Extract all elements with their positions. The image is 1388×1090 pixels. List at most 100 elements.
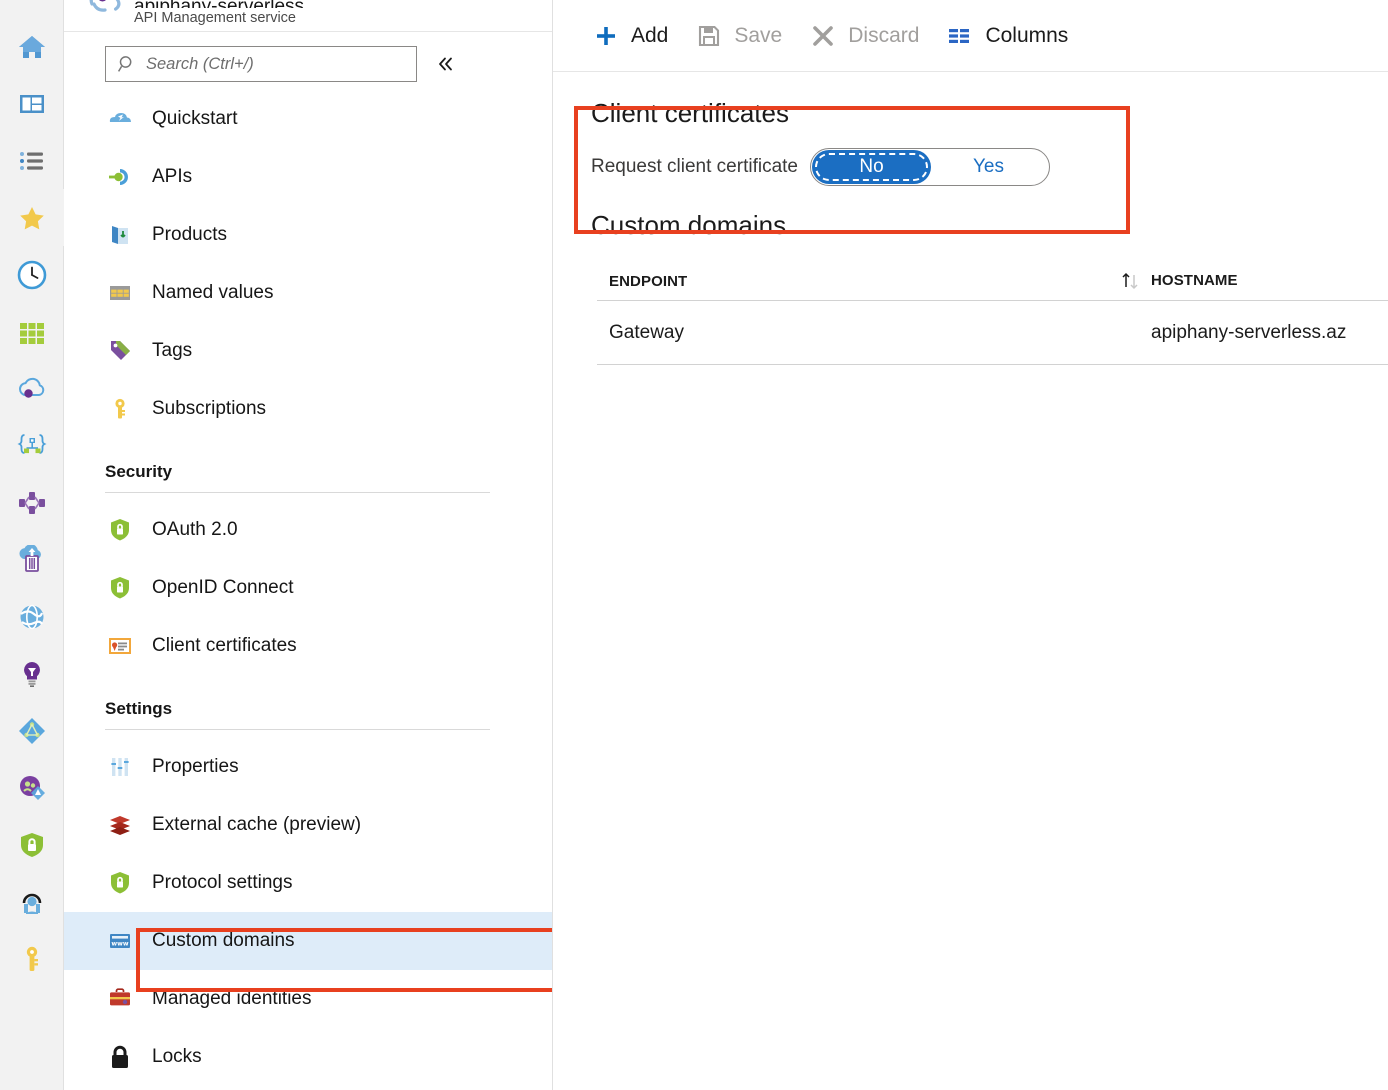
sidebar-item-label: Custom domains	[135, 930, 295, 952]
sidebar-item-label: Managed identities	[135, 988, 312, 1010]
blade-header: apiphany-serverless API Management servi…	[64, 0, 552, 32]
section-divider	[105, 492, 490, 493]
lock-icon	[105, 1044, 135, 1070]
home-icon[interactable]	[0, 18, 64, 75]
content-body: Client certificates Request client certi…	[553, 72, 1388, 365]
column-header-hostname[interactable]: HOSTNAME	[1151, 272, 1238, 289]
cloud-services-icon[interactable]	[0, 360, 64, 417]
client-certificates-heading: Client certificates	[591, 96, 1388, 130]
sidebar-item-apis[interactable]: APIs	[64, 148, 552, 206]
sidebar-item-label: Subscriptions	[135, 398, 266, 420]
products-box-icon	[105, 222, 135, 248]
request-client-certificate-toggle[interactable]: No Yes	[810, 148, 1050, 186]
client-certificates-section: Client certificates Request client certi…	[553, 72, 1388, 186]
nav-settings-list: Properties External cache (preview)	[64, 738, 552, 1086]
discard-button[interactable]: Discard	[808, 14, 919, 58]
cell-endpoint: Gateway	[609, 322, 684, 344]
columns-icon	[945, 24, 975, 48]
all-services-icon[interactable]	[0, 132, 64, 189]
tags-icon	[105, 338, 135, 364]
double-chevron-left-icon[interactable]	[433, 51, 459, 77]
api-management-icon	[86, 0, 128, 33]
nav-search-row	[64, 46, 552, 82]
table-row[interactable]: Gateway apiphany-serverless.az	[591, 301, 1388, 364]
save-icon	[694, 24, 724, 48]
cell-hostname: apiphany-serverless.az	[1151, 322, 1346, 343]
security-shield-icon[interactable]	[0, 816, 64, 873]
app-services-grid-icon[interactable]	[0, 303, 64, 360]
custom-domains-table: ENDPOINT	[591, 262, 1388, 365]
sidebar-item-label: Tags	[135, 340, 192, 362]
insights-bulb-icon[interactable]	[0, 645, 64, 702]
columns-button[interactable]: Columns	[945, 14, 1068, 58]
external-cache-icon	[105, 812, 135, 838]
sidebar-item-label: Products	[135, 224, 227, 246]
add-button[interactable]: Add	[591, 14, 668, 58]
column-header-endpoint[interactable]: ENDPOINT	[609, 273, 687, 290]
sidebar-item-managed-identities[interactable]: Managed identities	[64, 970, 552, 1028]
sidebar-item-properties[interactable]: Properties	[64, 738, 552, 796]
nav-section-title: Settings	[105, 699, 490, 729]
blade-title: apiphany-serverless	[134, 0, 304, 8]
save-label: Save	[724, 24, 782, 48]
table-row-divider	[597, 364, 1388, 365]
nav-top-list: Quickstart APIs	[64, 90, 552, 438]
favorites-star-icon[interactable]	[0, 189, 64, 246]
sidebar-item-locks[interactable]: Locks	[64, 1028, 552, 1086]
section-divider	[105, 729, 490, 730]
apis-arrow-icon	[105, 164, 135, 190]
api-management-braces-icon[interactable]	[0, 417, 64, 474]
shield-lock-icon	[105, 517, 135, 543]
sidebar-item-named-values[interactable]: Named values	[64, 264, 552, 322]
nav-section-security: Security	[64, 462, 552, 493]
sidebar-item-openid-connect[interactable]: OpenID Connect	[64, 559, 552, 617]
sidebar-item-protocol-settings[interactable]: Protocol settings	[64, 854, 552, 912]
blade-nav-body: Quickstart APIs	[64, 32, 552, 1086]
support-help-icon[interactable]	[0, 873, 64, 930]
sidebar-item-label: OAuth 2.0	[135, 519, 238, 541]
nav-security-list: OAuth 2.0 OpenID Connect	[64, 501, 552, 675]
sidebar-item-quickstart[interactable]: Quickstart	[64, 90, 552, 148]
toggle-option-no[interactable]: No	[813, 151, 930, 183]
storage-upload-icon[interactable]	[0, 531, 64, 588]
sidebar-item-tags[interactable]: Tags	[64, 322, 552, 380]
sidebar-item-label: Locks	[135, 1046, 202, 1068]
dashboard-icon[interactable]	[0, 75, 64, 132]
sidebar-item-label: Client certificates	[135, 635, 297, 657]
sidebar-item-client-certificates[interactable]: Client certificates	[64, 617, 552, 675]
sidebar-item-custom-domains[interactable]: www Custom domains	[64, 912, 552, 970]
toggle-option-yes[interactable]: Yes	[930, 151, 1047, 183]
main-content: Add Save	[553, 0, 1388, 1090]
nav-search-box[interactable]	[105, 46, 417, 82]
quickstart-cloud-icon	[105, 106, 135, 132]
resource-groups-diamond-icon[interactable]	[0, 702, 64, 759]
sidebar-item-label: Protocol settings	[135, 872, 292, 894]
svg-text:www: www	[111, 941, 128, 948]
recent-clock-icon[interactable]	[0, 246, 64, 303]
command-bar: Add Save	[553, 0, 1388, 72]
shield-lock-icon	[105, 575, 135, 601]
named-values-grid-icon	[105, 280, 135, 306]
sidebar-item-oauth-2-0[interactable]: OAuth 2.0	[64, 501, 552, 559]
discard-label: Discard	[838, 24, 919, 48]
properties-sliders-icon	[105, 754, 135, 780]
sidebar-item-subscriptions[interactable]: Subscriptions	[64, 380, 552, 438]
azure-portal-screen: apiphany-serverless API Management servi…	[0, 0, 1388, 1090]
shield-lock-icon	[105, 870, 135, 896]
managed-identities-icon	[105, 986, 135, 1012]
active-directory-icon[interactable]	[0, 759, 64, 816]
certificate-icon	[105, 633, 135, 659]
save-button[interactable]: Save	[694, 14, 782, 58]
sidebar-item-products[interactable]: Products	[64, 206, 552, 264]
sort-ascending-icon[interactable]	[1109, 270, 1151, 292]
globe-network-icon[interactable]	[0, 588, 64, 645]
custom-domains-heading: Custom domains	[591, 208, 1388, 242]
search-input[interactable]	[140, 54, 408, 75]
resource-blade-nav: apiphany-serverless API Management servi…	[64, 0, 553, 1090]
sidebar-item-label: OpenID Connect	[135, 577, 294, 599]
sidebar-item-external-cache[interactable]: External cache (preview)	[64, 796, 552, 854]
virtual-network-icon[interactable]	[0, 474, 64, 531]
custom-domains-section: Custom domains ENDPOINT	[553, 208, 1388, 365]
key-vault-icon[interactable]	[0, 930, 64, 987]
custom-domains-www-icon: www	[105, 928, 135, 954]
